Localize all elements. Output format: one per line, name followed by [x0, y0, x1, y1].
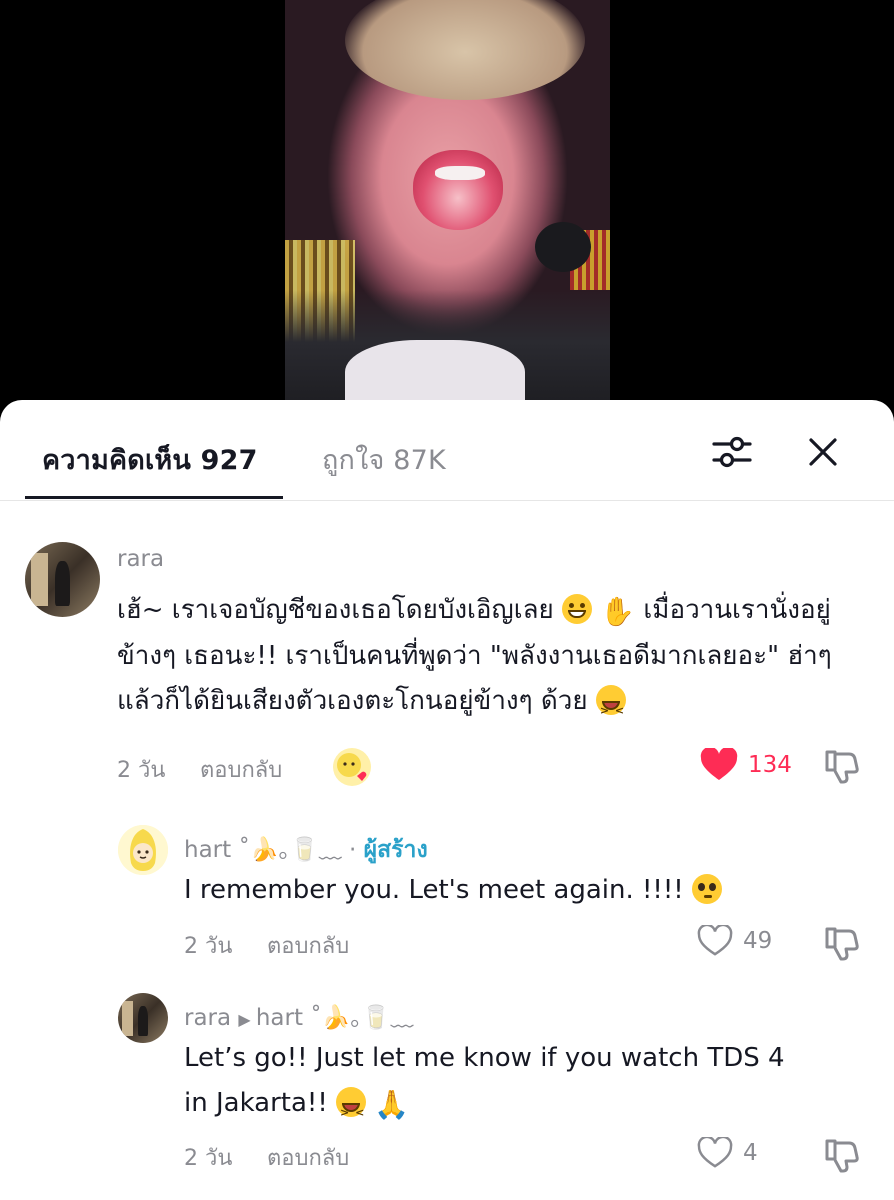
comment-username[interactable]: rara — [117, 546, 164, 572]
person-mouth — [413, 150, 503, 230]
video-player[interactable] — [0, 0, 894, 420]
heart-outline-icon — [697, 1137, 733, 1168]
like-button[interactable]: 134 — [700, 748, 792, 782]
microphone — [535, 222, 591, 272]
reply-text-line2: in Jakarta!! — [184, 1088, 328, 1118]
creator-badge: ผู้สร้าง — [363, 837, 428, 863]
like-button[interactable]: 4 — [697, 1137, 758, 1169]
reply-username[interactable]: rara ▶ hart ˚🍌｡🥛﹏ — [184, 998, 414, 1032]
reply-time: 2 วัน — [184, 934, 233, 959]
heart-outline-icon — [697, 925, 733, 956]
reply-time: 2 วัน — [184, 1146, 233, 1171]
reply-text-line1: Let’s go!! Just let me know if you watch… — [184, 1043, 785, 1073]
thumbs-down-icon[interactable] — [823, 925, 859, 961]
reply-text-content: I remember you. Let's meet again. !!!! — [184, 875, 684, 905]
reply-button[interactable]: ตอบกลับ — [267, 928, 349, 963]
like-count: 4 — [743, 1140, 758, 1166]
grinning-face-icon — [562, 594, 593, 624]
avatar[interactable] — [118, 825, 168, 875]
person-hair — [345, 0, 585, 100]
person-teeth — [435, 166, 485, 180]
reply-button[interactable]: ตอบกลับ — [200, 752, 282, 787]
creator-liked-badge — [333, 748, 371, 786]
avatar[interactable] — [25, 542, 100, 617]
avatar[interactable] — [118, 993, 168, 1043]
reply-username-text: rara — [184, 1005, 232, 1031]
comment-time: 2 วัน — [117, 758, 166, 783]
comment-text-part1: เฮ้~ เราเจอบัญชีของเธอโดยบังเอิญเลย — [117, 595, 554, 625]
like-button[interactable]: 49 — [697, 925, 772, 957]
reply-arrow-icon: ▶ — [238, 1010, 256, 1029]
laughing-face-icon — [336, 1087, 367, 1135]
thumbs-down-icon[interactable] — [823, 748, 859, 784]
reply-text: Let’s go!! Just let me know if you watch… — [184, 1036, 874, 1135]
reply-username-text: hart ˚🍌｡🥛﹏ — [184, 837, 342, 863]
like-count: 49 — [743, 928, 773, 954]
reply-text: I remember you. Let's meet again. !!!! — [184, 868, 874, 913]
reply-username[interactable]: hart ˚🍌｡🥛﹏ · ผู้สร้าง — [184, 830, 428, 868]
reply-button[interactable]: ตอบกลับ — [267, 1140, 349, 1175]
comment-item: rara เฮ้~ เราเจอบัญชีของเธอโดยบังเอิญเลย… — [0, 400, 894, 800]
thumbs-down-icon[interactable] — [823, 1137, 859, 1173]
waving-hand-icon: ✋ — [600, 595, 636, 628]
folded-hands-icon: 🙏 — [374, 1088, 410, 1121]
reply-to-username[interactable]: hart ˚🍌｡🥛﹏ — [256, 1005, 414, 1031]
like-count: 134 — [748, 752, 792, 778]
video-frame — [285, 0, 610, 420]
laughing-face-icon — [595, 685, 626, 733]
comments-sheet: ความคิดเห็น 927 ถูกใจ 87K rara เฮ้~ เราเ… — [0, 400, 894, 1200]
heart-icon — [700, 748, 738, 780]
pleading-face-icon — [691, 874, 722, 904]
comment-text: เฮ้~ เราเจอบัญชีของเธอโดยบังเอิญเลย ✋ เม… — [117, 588, 877, 733]
